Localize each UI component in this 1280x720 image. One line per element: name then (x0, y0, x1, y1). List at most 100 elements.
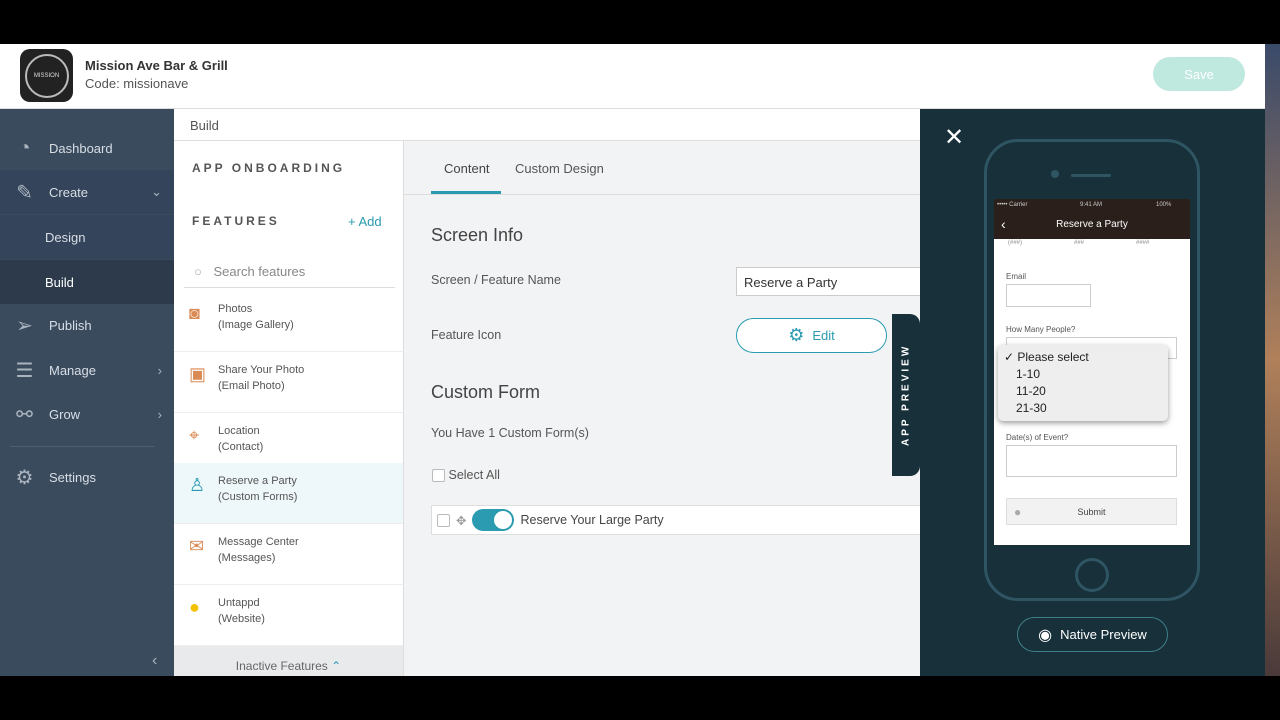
pencil-icon: ✎ (16, 181, 33, 204)
label: Create (49, 184, 89, 200)
map-pin-icon: ⌖ (189, 425, 200, 445)
home-button (1075, 558, 1109, 592)
label: Dashboard (49, 140, 113, 156)
dates-label: Date(s) of Event? (1006, 433, 1069, 442)
close-icon[interactable]: ✕ (944, 123, 964, 152)
chevron-right-icon: › (157, 406, 162, 422)
save-button[interactable]: Save (1153, 57, 1245, 91)
people-dropdown: ✓ Please select 1-10 11-20 21-30 (998, 345, 1168, 421)
label: Inactive Features (235, 659, 328, 673)
time: 9:41 AM (1080, 202, 1103, 208)
feature-item[interactable]: ● Untappd (Website) (174, 585, 403, 646)
gauge-icon: ◔ (18, 136, 31, 159)
phone-title: Reserve a Party (1056, 219, 1128, 230)
checkbox[interactable] (432, 469, 445, 483)
features-heading: FEATURES (192, 214, 280, 228)
native-preview-button[interactable]: ◉ Native Preview (1017, 617, 1168, 652)
desktop-background (1265, 44, 1280, 676)
feature-item[interactable]: ✉ Message Center (Messages) (174, 524, 403, 585)
feature-item[interactable]: ◙ Photos (Image Gallery) (174, 291, 403, 352)
add-feature-button[interactable]: + Add (348, 214, 382, 229)
paper-plane-icon: ➢ (16, 314, 33, 337)
main-content: Content Custom Design Screen Info Screen… (404, 141, 926, 676)
label: Manage (49, 362, 96, 378)
option[interactable]: 1-10 (1004, 366, 1162, 383)
email-label: Email (1006, 272, 1027, 281)
carrier: ••••• Carrier (997, 202, 1028, 208)
label: Design (45, 229, 86, 245)
label: Publish (49, 317, 92, 333)
app-name: Mission Ave Bar & Grill (85, 58, 228, 73)
inactive-features-toggle[interactable]: Inactive Features ⌃ (174, 646, 403, 676)
divider (404, 194, 920, 195)
tab-content[interactable]: Content (444, 161, 490, 176)
star-icon: ● (1014, 504, 1022, 519)
label: Settings (49, 469, 96, 485)
label: Edit (812, 328, 835, 343)
select-all-checkbox[interactable]: Select All (432, 468, 500, 483)
submit-button[interactable]: ● Submit (1006, 498, 1177, 525)
form-count: You Have 1 Custom Form(s) (431, 426, 589, 440)
sidebar-item-grow[interactable]: ⚯ Grow › (0, 392, 174, 436)
feature-type: (Image Gallery) (218, 319, 294, 331)
checkbox[interactable] (437, 513, 450, 527)
camera-icon: ◙ (189, 303, 200, 323)
placeholder: (###) (1008, 240, 1023, 246)
dates-textarea[interactable] (1006, 445, 1177, 477)
untappd-icon: ● (189, 597, 200, 617)
sidebar: ◔ Dashboard ✎ Create ⌄ Design Build ➢ Publis… (0, 109, 174, 676)
edit-icon-button[interactable]: ⚙ Edit (736, 318, 887, 353)
tab-custom-design[interactable]: Custom Design (515, 161, 604, 176)
sidebar-item-dashboard[interactable]: ◔ Dashboard (0, 126, 174, 170)
form-toggle[interactable] (472, 509, 515, 531)
app-preview-tab[interactable]: APP PREVIEW (892, 314, 920, 476)
feature-type: (Contact) (218, 441, 264, 453)
sidebar-item-design[interactable]: Design (0, 215, 174, 259)
phone-navbar: ••••• Carrier 9:41 AM 100% ‹ Reserve a P… (994, 199, 1190, 239)
option[interactable]: 11-20 (1004, 383, 1162, 400)
feature-type: (Messages) (218, 552, 276, 564)
app-code: Code: missionave (85, 76, 189, 91)
feature-type: (Website) (218, 613, 265, 625)
placeholder: Search features (213, 264, 306, 279)
app-logo: MISSION (20, 49, 73, 102)
search-icon: ○ (194, 264, 202, 279)
sidebar-item-build[interactable]: Build (0, 260, 174, 304)
feature-name: Location (218, 425, 260, 437)
graph-icon: ⚯ (16, 403, 33, 426)
sidebar-item-settings[interactable]: ⚙ Settings (0, 455, 174, 499)
label: Grow (49, 406, 81, 422)
photo-icon: ▣ (189, 364, 207, 384)
placeholder: ### (1074, 240, 1085, 246)
feature-icon-label: Feature Icon (431, 328, 502, 342)
search-features-input[interactable]: ○ Search features (184, 258, 395, 288)
email-input[interactable] (1006, 284, 1091, 307)
feature-type: (Email Photo) (218, 380, 285, 392)
label: Select All (448, 468, 500, 482)
people-label: How Many People? (1006, 325, 1076, 334)
sidebar-item-publish[interactable]: ➢ Publish (0, 303, 174, 347)
custom-form-heading: Custom Form (431, 382, 541, 402)
sidebar-item-manage[interactable]: ☰ Manage › (0, 348, 174, 392)
label: Native Preview (1060, 627, 1147, 642)
feature-item[interactable]: ▣ Share Your Photo (Email Photo) (174, 352, 403, 413)
form-row: ✥ Reserve Your Large Party (431, 505, 926, 535)
gear-icon: ⚙ (15, 466, 34, 489)
person-icon: ♙ (189, 475, 206, 495)
label: Submit (1077, 506, 1106, 517)
option[interactable]: 21-30 (1004, 400, 1162, 417)
chevron-up-icon: ⌃ (331, 659, 342, 673)
preview-panel: APP PREVIEW ✕ ••••• Carrier 9:41 AM 100%… (892, 109, 1265, 676)
sidebar-item-create[interactable]: ✎ Create ⌄ (0, 170, 174, 214)
chevron-down-icon: ⌄ (151, 184, 162, 199)
option[interactable]: ✓ Please select (1004, 349, 1162, 366)
feature-type: (Custom Forms) (218, 491, 298, 503)
eye-icon: ◉ (1038, 626, 1053, 644)
collapse-sidebar-button[interactable]: ‹ (152, 652, 157, 670)
screen-info-heading: Screen Info (431, 225, 524, 245)
feature-item-selected[interactable]: ♙ Reserve a Party (Custom Forms) (174, 463, 403, 524)
screen-name-input[interactable]: Reserve a Party (736, 267, 926, 296)
feature-name: Photos (218, 303, 253, 315)
envelope-icon: ✉ (189, 536, 205, 556)
drag-handle-icon[interactable]: ✥ (456, 513, 466, 528)
